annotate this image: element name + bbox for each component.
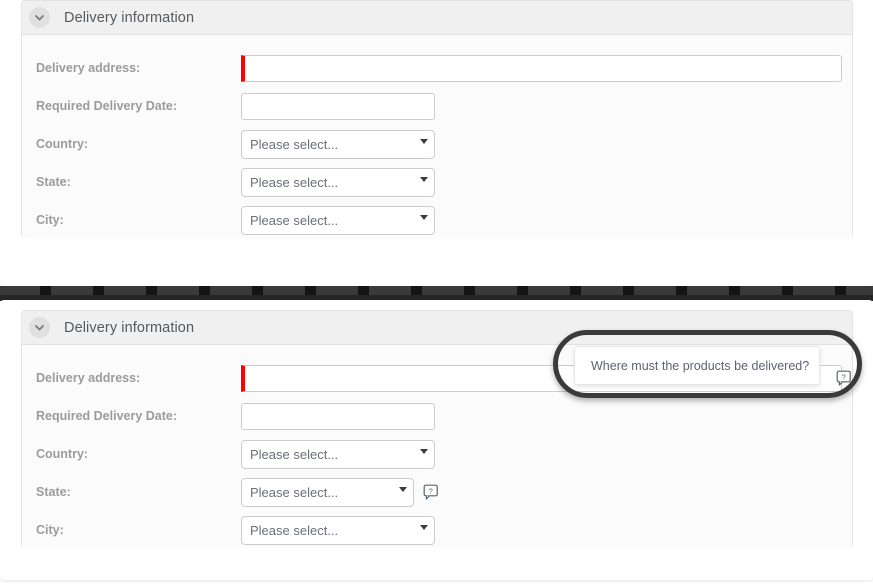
delivery-address-label: Delivery address: [36,371,141,385]
form-row-state: State: Please select... ? [22,473,852,511]
help-tooltip: Where must the products be delivered? [574,346,820,385]
state-select[interactable]: Please select... [241,167,435,197]
state-select[interactable]: Please select... [241,477,414,507]
city-field-wrap: Please select... [241,515,435,545]
panel-header-bottom[interactable]: Delivery information [22,311,852,345]
panel-title: Delivery information [64,9,195,26]
chevron-down-icon [420,176,428,182]
delivery-information-panel-top: Delivery information Delivery address: R… [21,0,853,238]
form-row-required-delivery-date: Required Delivery Date: [22,87,852,125]
state-label: State: [36,485,71,499]
form-row-delivery-address: Delivery address: [22,49,852,87]
state-label: State: [36,175,71,189]
required-delivery-date-label: Required Delivery Date: [36,99,178,113]
city-select[interactable]: Please select... [241,515,435,545]
required-delivery-date-input[interactable] [241,402,435,430]
country-label: Country: [36,137,89,151]
form-row-country: Country: Please select... [22,125,852,163]
panel-title: Delivery information [64,319,195,336]
svg-text:?: ? [429,486,433,495]
state-select-value: Please select... [250,174,339,190]
help-speech-bubble-icon[interactable]: ? [423,484,440,501]
city-label: City: [36,523,64,537]
help-speech-bubble-icon[interactable]: ? [836,370,853,387]
chevron-down-icon [420,214,428,220]
divider-teeth [0,286,873,295]
help-tooltip-text: Where must the products be delivered? [591,358,810,373]
required-delivery-date-input[interactable] [241,92,435,120]
chevron-down-icon [420,138,428,144]
delivery-address-input[interactable] [241,54,842,82]
city-field-wrap: Please select... [241,205,435,235]
country-select-value: Please select... [250,136,339,152]
form-row-state: State: Please select... [22,163,852,201]
panel-header-top[interactable]: Delivery information [22,1,852,35]
chevron-down-icon[interactable] [29,317,50,338]
delivery-address-field-wrap [241,54,842,82]
city-label: City: [36,213,64,227]
chevron-down-icon [420,524,428,530]
form-row-required-delivery-date: Required Delivery Date: [22,397,852,435]
city-select-value: Please select... [250,212,339,228]
page-card-top: Delivery information Delivery address: R… [0,0,873,286]
country-select[interactable]: Please select... [241,129,435,159]
required-delivery-date-label: Required Delivery Date: [36,409,178,423]
country-label: Country: [36,447,89,461]
form-row-city: City: Please select... [22,201,852,239]
delivery-address-label: Delivery address: [36,61,141,75]
chevron-down-icon [420,448,428,454]
chevron-down-icon[interactable] [29,7,50,28]
chevron-down-icon [399,486,407,492]
form-row-city: City: Please select... [22,511,852,549]
state-select-value: Please select... [250,484,339,500]
country-field-wrap: Please select... [241,439,435,469]
country-field-wrap: Please select... [241,129,435,159]
form-row-country: Country: Please select... [22,435,852,473]
required-delivery-date-field-wrap [241,92,435,120]
perforated-strip-divider [0,286,873,301]
state-field-wrap: Please select... [241,167,435,197]
country-select[interactable]: Please select... [241,439,435,469]
page-card-bottom: Delivery information Delivery address: ? [0,300,873,580]
required-delivery-date-field-wrap [241,402,435,430]
city-select[interactable]: Please select... [241,205,435,235]
panel-body-top: Delivery address: Required Delivery Date… [22,35,852,238]
state-field-wrap: Please select... ? [241,477,440,507]
city-select-value: Please select... [250,522,339,538]
svg-text:?: ? [842,372,846,381]
country-select-value: Please select... [250,446,339,462]
